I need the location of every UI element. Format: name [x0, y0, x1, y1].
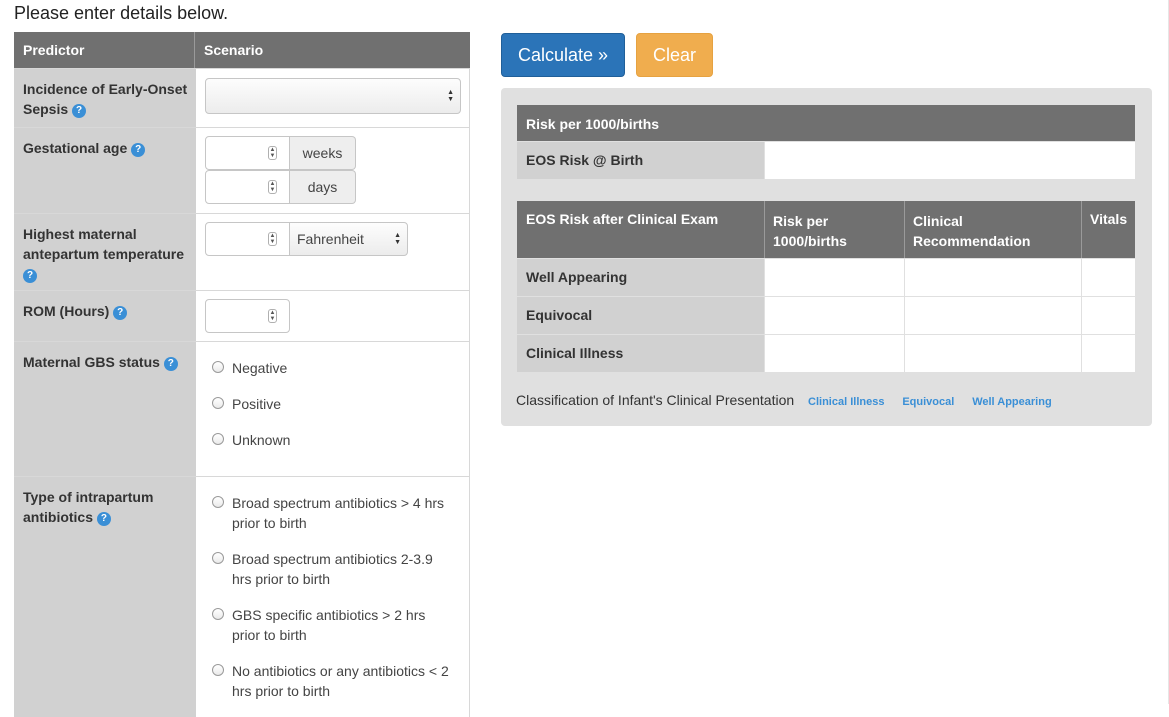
predictor-column-header: Predictor: [14, 32, 195, 68]
row-label-well-appearing: Well Appearing: [517, 259, 764, 296]
predictor-form: Predictor Scenario Incidence of Early-On…: [14, 32, 470, 717]
row-gestational-age: Gestational age ? ▲ ▼ weeks ▲ ▼ days: [14, 127, 470, 213]
row-label-clinical-illness: Clinical Illness: [517, 335, 764, 372]
gestational-days-input[interactable]: ▲ ▼: [205, 170, 290, 204]
radio-button[interactable]: [212, 433, 224, 445]
page-title: Please enter details below.: [14, 3, 229, 23]
help-icon[interactable]: ?: [96, 512, 111, 526]
exam-header-eos: EOS Risk after Clinical Exam: [526, 211, 719, 227]
help-icon[interactable]: ?: [23, 269, 37, 283]
radio-button[interactable]: [212, 664, 224, 676]
row-temperature: Highest maternal antepartum temperature …: [14, 213, 470, 290]
row-rom: ROM (Hours) ? ▲ ▼: [14, 290, 470, 341]
spinner-icon[interactable]: ▲ ▼: [268, 232, 277, 246]
help-icon[interactable]: ?: [163, 357, 178, 371]
classification-label: Classification of Infant's Clinical Pres…: [516, 392, 795, 408]
temperature-input[interactable]: ▲ ▼: [205, 222, 290, 256]
rom-label: ROM (Hours) ?: [14, 291, 196, 341]
eos-risk-birth-label: EOS Risk @ Birth: [517, 142, 764, 179]
spinner-icon[interactable]: ▲ ▼: [268, 180, 277, 194]
help-icon[interactable]: ?: [113, 306, 128, 320]
help-icon[interactable]: ?: [131, 143, 146, 157]
table-cell: [764, 297, 904, 334]
temperature-unit-select[interactable]: Fahrenheit ▲ ▼: [289, 222, 408, 256]
table-cell: [1081, 335, 1135, 372]
eos-risk-birth-row: EOS Risk @ Birth: [517, 141, 1135, 179]
spinner-icon[interactable]: ▲ ▼: [268, 146, 277, 160]
gestational-age-label: Gestational age ?: [14, 128, 196, 213]
exam-risk-table: EOS Risk after Clinical Exam Risk per 10…: [517, 201, 1135, 372]
scenario-column-header: Scenario: [204, 42, 264, 58]
birth-risk-header: Risk per 1000/births: [526, 116, 660, 132]
exam-header-risk: Risk per 1000/births: [764, 201, 904, 258]
badge-clinical-illness: Clinical Illness: [808, 396, 885, 408]
badge-well-appearing: Well Appearing: [972, 396, 1052, 408]
table-cell: [1081, 259, 1135, 296]
table-cell: [764, 335, 904, 372]
eos-risk-birth-value: [764, 142, 1135, 179]
incidence-select[interactable]: ▲ ▼: [205, 78, 461, 114]
calculate-button[interactable]: Calculate »: [501, 33, 625, 77]
exam-header-vitals: Vitals: [1081, 201, 1135, 258]
table-cell: [904, 259, 1081, 296]
row-antibiotics: Type of intrapartum antibiotics ? Broad …: [14, 476, 470, 717]
temperature-label: Highest maternal antepartum temperature …: [14, 214, 196, 290]
row-incidence: Incidence of Early-Onset Sepsis ? ▲ ▼: [14, 68, 470, 127]
days-addon: days: [290, 170, 356, 204]
select-arrows-icon: ▲ ▼: [394, 232, 401, 246]
table-row: Equivocal: [517, 296, 1135, 334]
radio-button[interactable]: [212, 361, 224, 373]
spinner-icon[interactable]: ▲ ▼: [268, 309, 277, 323]
table-row: Clinical Illness: [517, 334, 1135, 372]
clear-button[interactable]: Clear: [636, 33, 713, 77]
radio-button[interactable]: [212, 397, 224, 409]
gestational-weeks-input[interactable]: ▲ ▼: [205, 136, 290, 170]
rom-input[interactable]: ▲ ▼: [205, 299, 290, 333]
help-icon[interactable]: ?: [72, 104, 87, 118]
incidence-label: Incidence of Early-Onset Sepsis ?: [14, 69, 196, 127]
classification-legend: Classification of Infant's Clinical Pres…: [516, 392, 1052, 408]
radio-button[interactable]: [212, 552, 224, 564]
table-cell: [904, 335, 1081, 372]
radio-button[interactable]: [212, 496, 224, 508]
row-label-equivocal: Equivocal: [517, 297, 764, 334]
antibiotics-label: Type of intrapartum antibiotics ?: [14, 477, 196, 717]
birth-risk-table: Risk per 1000/births EOS Risk @ Birth: [517, 105, 1135, 179]
select-arrows-icon: ▲ ▼: [447, 89, 454, 103]
table-cell: [904, 297, 1081, 334]
form-header: Predictor Scenario: [14, 32, 470, 68]
table-cell: [1081, 297, 1135, 334]
row-gbs-status: Maternal GBS status ? Negative Positive …: [14, 341, 470, 476]
weeks-addon: weeks: [290, 136, 356, 170]
radio-button[interactable]: [212, 608, 224, 620]
table-cell: [764, 259, 904, 296]
exam-header-recommendation: Clinical Recommendation: [904, 201, 1081, 258]
table-row: Well Appearing: [517, 258, 1135, 296]
gbs-status-label: Maternal GBS status ?: [14, 342, 196, 476]
badge-equivocal: Equivocal: [902, 396, 955, 408]
results-panel: Risk per 1000/births EOS Risk @ Birth EO…: [501, 88, 1152, 426]
